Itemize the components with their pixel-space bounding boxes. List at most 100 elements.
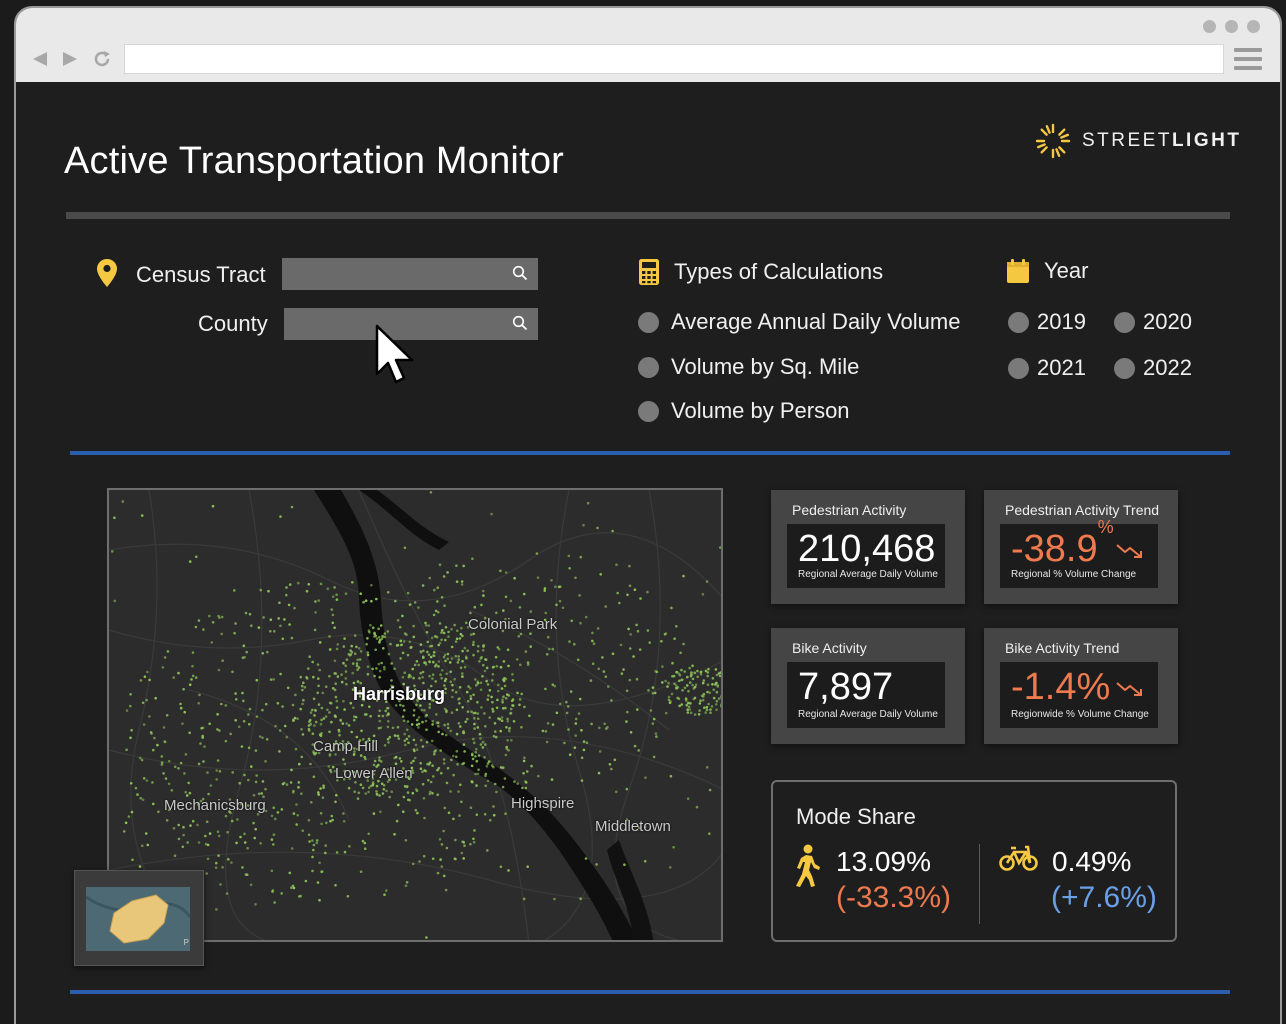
activity-dot bbox=[483, 712, 486, 715]
activity-dot bbox=[415, 718, 419, 722]
footer-divider bbox=[70, 990, 1230, 994]
year-option-2019[interactable]: 2019 bbox=[1008, 309, 1086, 335]
activity-dot bbox=[635, 623, 638, 627]
activity-dot bbox=[278, 729, 282, 732]
window-dot[interactable] bbox=[1203, 20, 1216, 33]
activity-dot bbox=[482, 645, 485, 648]
activity-dot bbox=[706, 674, 709, 678]
activity-dot bbox=[511, 704, 515, 707]
activity-dot bbox=[522, 592, 526, 596]
year-option-2020[interactable]: 2020 bbox=[1114, 309, 1192, 335]
calc-option-person[interactable]: Volume by Person bbox=[638, 398, 850, 424]
map-inset-view[interactable] bbox=[86, 887, 190, 951]
activity-dot bbox=[290, 847, 294, 850]
activity-dot bbox=[511, 673, 514, 676]
activity-dot bbox=[670, 606, 673, 610]
activity-dot bbox=[655, 670, 659, 674]
activity-dot bbox=[535, 552, 539, 555]
activity-dot bbox=[373, 759, 377, 763]
radio-button[interactable] bbox=[638, 311, 659, 333]
activity-dot bbox=[394, 599, 397, 603]
activity-dot bbox=[328, 674, 331, 678]
radio-button[interactable] bbox=[1008, 311, 1029, 333]
activity-dot bbox=[439, 749, 443, 752]
radio-button[interactable] bbox=[1114, 357, 1135, 379]
activity-dot bbox=[470, 764, 474, 768]
menu-icon[interactable] bbox=[1234, 48, 1262, 70]
activity-dot bbox=[344, 664, 347, 667]
activity-dot bbox=[690, 671, 693, 674]
activity-dot bbox=[385, 707, 389, 710]
activity-dot bbox=[613, 758, 617, 762]
activity-dot bbox=[707, 702, 710, 706]
window-dot[interactable] bbox=[1225, 20, 1238, 33]
activity-dot bbox=[371, 667, 375, 671]
activity-dot bbox=[356, 668, 359, 671]
activity-dot bbox=[160, 763, 164, 766]
search-icon[interactable] bbox=[512, 315, 528, 331]
activity-dot bbox=[714, 683, 717, 686]
activity-dot bbox=[598, 726, 601, 730]
activity-dot bbox=[236, 818, 239, 821]
activity-dot bbox=[183, 772, 186, 775]
radio-button[interactable] bbox=[1114, 311, 1135, 333]
activity-dot bbox=[378, 709, 382, 713]
activity-dot bbox=[410, 761, 413, 765]
activity-dot bbox=[384, 709, 388, 713]
activity-dot bbox=[291, 703, 295, 707]
activity-dot bbox=[179, 761, 183, 765]
map-inset[interactable]: P bbox=[74, 870, 204, 966]
activity-dot bbox=[328, 730, 331, 734]
activity-dot bbox=[502, 660, 506, 663]
activity-dot bbox=[557, 585, 561, 589]
activity-dot bbox=[254, 827, 257, 831]
activity-dot bbox=[136, 793, 139, 796]
activity-dot bbox=[490, 512, 494, 516]
refresh-icon[interactable] bbox=[92, 48, 112, 70]
activity-dot bbox=[604, 675, 608, 678]
activity-dot bbox=[390, 790, 394, 793]
activity-dot bbox=[218, 770, 222, 773]
activity-dot bbox=[148, 678, 151, 682]
search-icon[interactable] bbox=[512, 265, 528, 281]
activity-dot bbox=[404, 884, 408, 887]
activity-dot bbox=[426, 650, 429, 654]
activity-dot bbox=[402, 795, 406, 799]
calc-option-aadv[interactable]: Average Annual Daily Volume bbox=[638, 309, 960, 335]
activity-dot bbox=[419, 761, 423, 765]
radio-button[interactable] bbox=[1008, 357, 1029, 379]
census-tract-input[interactable] bbox=[282, 258, 538, 290]
year-option-2022[interactable]: 2022 bbox=[1114, 355, 1192, 381]
activity-dot bbox=[682, 574, 685, 578]
address-bar[interactable] bbox=[124, 44, 1224, 74]
activity-dot bbox=[111, 550, 114, 553]
activity-dot bbox=[486, 849, 489, 852]
activity-dot bbox=[687, 689, 690, 693]
radio-button[interactable] bbox=[638, 356, 659, 378]
section-divider bbox=[70, 451, 1230, 455]
activity-dot bbox=[378, 669, 382, 673]
activity-dot bbox=[502, 695, 505, 698]
activity-dot bbox=[424, 714, 428, 718]
activity-dot bbox=[579, 621, 582, 625]
activity-dot bbox=[473, 727, 476, 730]
activity-dot bbox=[442, 829, 446, 833]
activity-dot bbox=[427, 653, 431, 656]
activity-dot bbox=[432, 613, 436, 617]
activity-dot bbox=[294, 693, 297, 697]
window-dot[interactable] bbox=[1247, 20, 1260, 33]
activity-dot bbox=[308, 655, 311, 658]
activity-dot bbox=[454, 690, 458, 694]
radio-button[interactable] bbox=[638, 400, 659, 422]
activity-dot bbox=[721, 695, 723, 698]
back-icon[interactable] bbox=[30, 48, 50, 70]
forward-icon[interactable] bbox=[60, 48, 80, 70]
year-option-2021[interactable]: 2021 bbox=[1008, 355, 1086, 381]
activity-dot bbox=[433, 588, 436, 592]
activity-dot bbox=[595, 863, 598, 866]
activity-dot bbox=[363, 847, 367, 850]
activity-dot bbox=[419, 643, 423, 646]
activity-dot bbox=[460, 626, 463, 630]
calc-option-sq-mile[interactable]: Volume by Sq. Mile bbox=[638, 354, 859, 380]
activity-dot bbox=[475, 683, 478, 687]
